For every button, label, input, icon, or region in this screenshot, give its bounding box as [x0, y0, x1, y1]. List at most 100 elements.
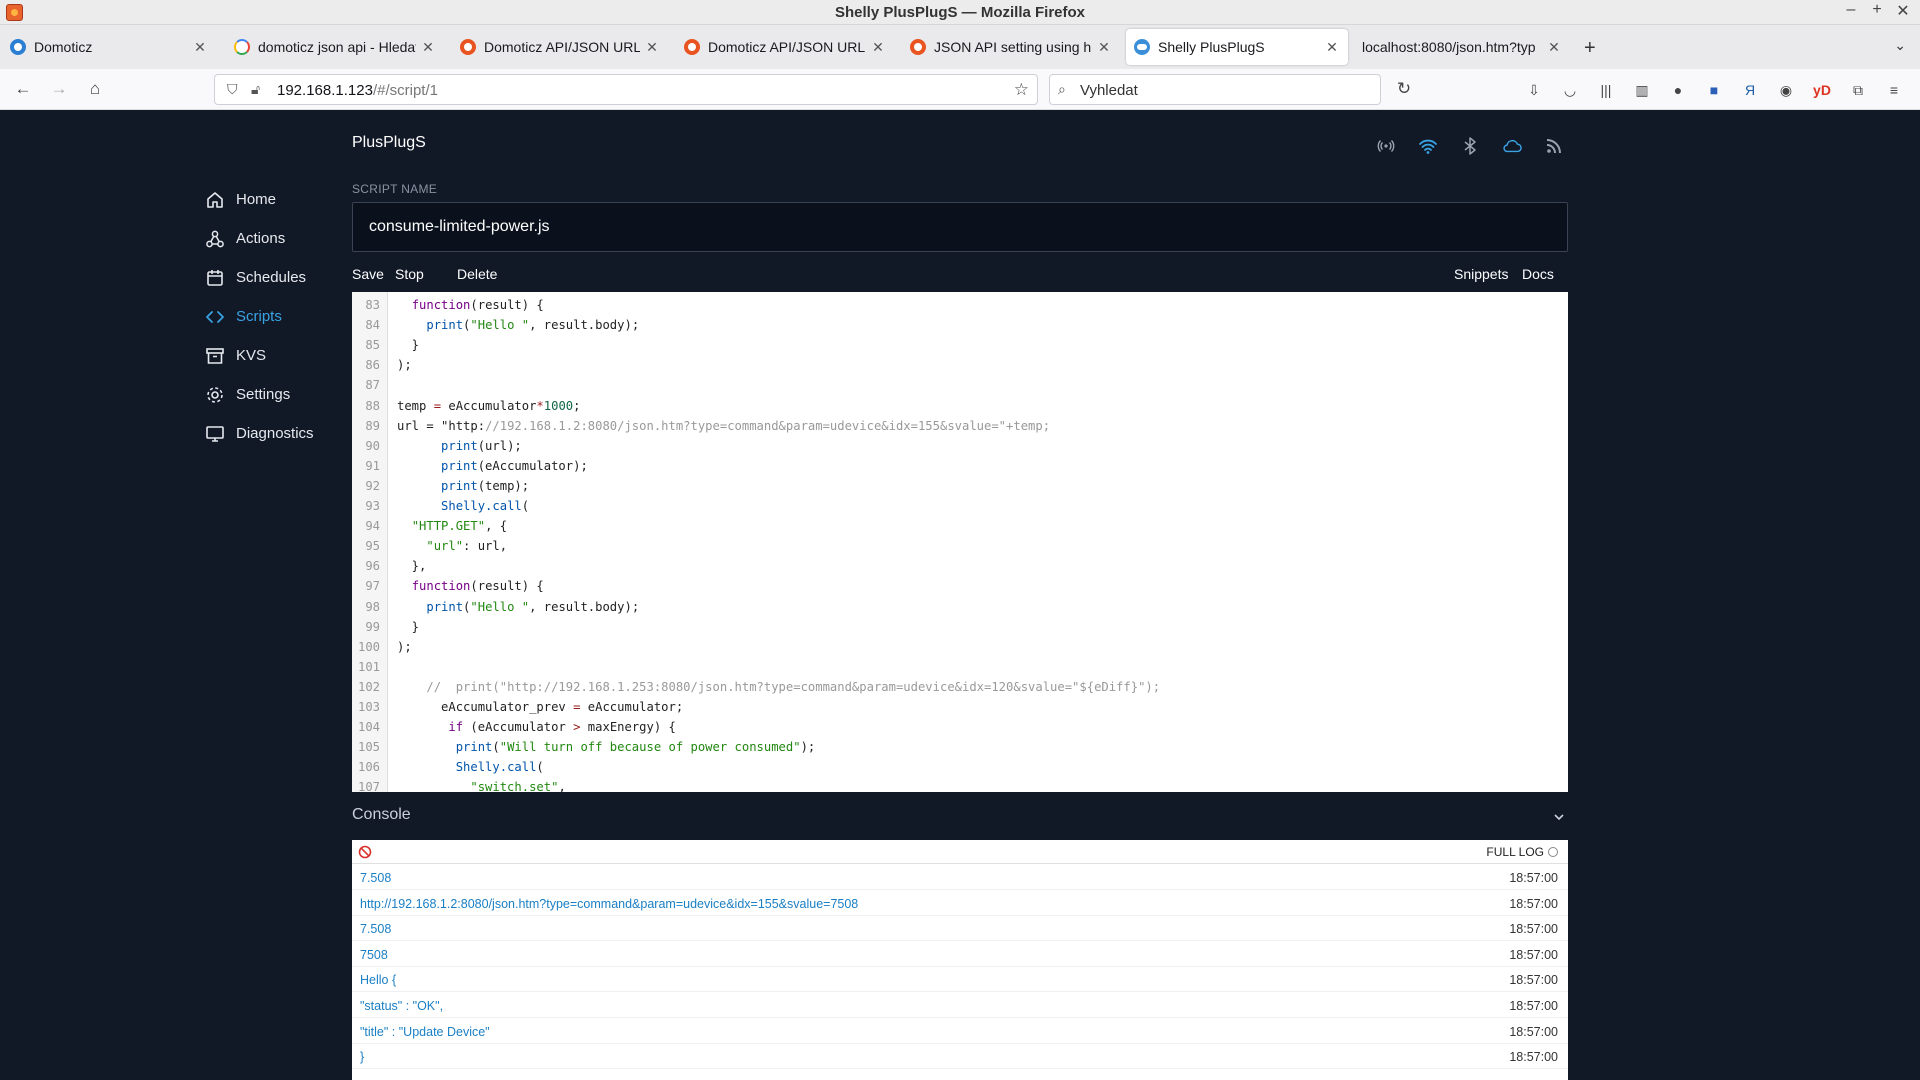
menu-icon[interactable]: ≡ [1884, 80, 1904, 100]
close-window-button[interactable]: ✕ [1894, 1, 1912, 21]
account-icon[interactable]: ◉ [1776, 80, 1796, 100]
code-line[interactable]: 99 } [352, 617, 1568, 637]
broadcast-icon[interactable] [1376, 136, 1396, 156]
minimize-button[interactable]: – [1842, 1, 1860, 21]
tab-localhost-json[interactable]: localhost:8080/json.htm?typ ✕ [1352, 29, 1570, 65]
chevron-down-icon[interactable] [1550, 808, 1568, 826]
window-titlebar: Shelly PlusPlugS — Mozilla Firefox – + ✕ [0, 0, 1920, 25]
extensions-puzzle-icon[interactable]: ⧉ [1848, 80, 1868, 100]
tab-domoticz[interactable]: Domoticz ✕ [2, 29, 216, 65]
downloads-icon[interactable]: ⇩ [1524, 80, 1544, 100]
code-line[interactable]: 89 url = "http://192.168.1.2:8080/json.ht… [352, 416, 1568, 436]
code-line[interactable]: 98 print("Hello ", result.body); [352, 597, 1568, 617]
code-line[interactable]: 92 print(temp); [352, 476, 1568, 496]
pocket-icon[interactable]: ◡ [1560, 80, 1580, 100]
code-line[interactable]: 86); [352, 355, 1568, 375]
code-line[interactable]: 107 "switch.set", [352, 777, 1568, 792]
code-line[interactable]: 90 print(url); [352, 436, 1568, 456]
console-title: Console [352, 806, 411, 823]
code-line[interactable]: 85 } [352, 335, 1568, 355]
code-line[interactable]: 102 // print("http://192.168.1.253:8080/… [352, 677, 1568, 697]
close-tab-icon[interactable]: ✕ [420, 39, 436, 56]
close-tab-icon[interactable]: ✕ [1096, 39, 1112, 56]
tab-title: Domoticz [34, 39, 93, 55]
close-tab-icon[interactable]: ✕ [1324, 39, 1340, 56]
code-line[interactable]: 100); [352, 637, 1568, 657]
tab-list-icon[interactable]: ⌄ [1894, 37, 1906, 54]
code-text: "switch.set", [470, 780, 566, 792]
close-tab-icon[interactable]: ✕ [192, 39, 208, 56]
insecure-lock-icon[interactable]: 🔓︎ [251, 81, 260, 98]
code-line[interactable]: 101 [352, 657, 1568, 677]
search-input[interactable] [1080, 80, 1370, 100]
extension-3-icon[interactable]: Я [1740, 80, 1760, 100]
tracking-shield-icon[interactable]: ⛉ [227, 81, 238, 98]
wifi-icon[interactable] [1418, 136, 1438, 156]
reload-icon[interactable]: ↻ [1394, 79, 1414, 99]
extension-2-icon[interactable]: ■ [1704, 80, 1724, 100]
code-line[interactable]: 105 print("Will turn off because of powe… [352, 737, 1568, 757]
stop-button[interactable]: Stop [395, 266, 424, 282]
extension-yd-icon[interactable]: yD [1812, 80, 1832, 100]
snippets-button[interactable]: Snippets [1454, 266, 1508, 282]
log-entry: http://192.168.1.2:8080/json.htm?type=co… [352, 891, 1568, 916]
sidebar-item-home[interactable]: Home [204, 180, 344, 219]
code-line[interactable]: 87 [352, 375, 1568, 395]
docs-button[interactable]: Docs [1522, 266, 1554, 282]
home-icon[interactable]: ⌂ [84, 78, 106, 100]
toggle-circle-icon [1548, 847, 1558, 857]
search-bar[interactable]: ⌕ [1049, 74, 1381, 105]
back-icon[interactable]: ← [12, 78, 34, 100]
code-line[interactable]: 83 function(result) { [352, 295, 1568, 315]
sidebar-item-actions[interactable]: Actions [204, 219, 344, 258]
extension-1-icon[interactable]: ● [1668, 80, 1688, 100]
line-number: 103 [357, 700, 380, 714]
code-line[interactable]: 93 Shelly.call( [352, 496, 1568, 516]
address-bar[interactable]: ⛉ 🔓︎ 192.168.1.123/#/script/1 ☆ [214, 74, 1038, 105]
code-line[interactable]: 88 temp = eAccumulator*1000; [352, 396, 1568, 416]
delete-button[interactable]: Delete [457, 266, 497, 282]
clear-console-icon[interactable] [358, 845, 372, 859]
sidebar-toggle-icon[interactable]: ▥ [1632, 80, 1652, 100]
sidebar-item-diagnostics[interactable]: Diagnostics [204, 414, 344, 453]
maximize-button[interactable]: + [1868, 1, 1886, 21]
bluetooth-icon[interactable] [1460, 136, 1480, 156]
new-tab-icon[interactable]: + [1584, 37, 1596, 60]
close-tab-icon[interactable]: ✕ [644, 39, 660, 56]
sidebar-item-kvs[interactable]: KVS [204, 336, 344, 375]
script-name-input[interactable] [352, 202, 1568, 252]
url-text[interactable]: 192.168.1.123/#/script/1 [277, 82, 438, 99]
log-timestamp: 18:57:00 [1509, 896, 1558, 911]
code-line[interactable]: 94 "HTTP.GET", { [352, 516, 1568, 536]
code-line[interactable]: 103 eAccumulator_prev = eAccumulator; [352, 697, 1568, 717]
rss-icon[interactable] [1544, 136, 1564, 156]
bookmark-star-icon[interactable]: ☆ [1014, 80, 1029, 100]
code-line[interactable]: 95 "url": url, [352, 536, 1568, 556]
code-text: print(url); [441, 438, 522, 453]
code-line[interactable]: 96 }, [352, 556, 1568, 576]
sidebar-item-scripts[interactable]: Scripts [204, 297, 344, 336]
code-line[interactable]: 91 print(eAccumulator); [352, 456, 1568, 476]
sidebar-item-schedules[interactable]: Schedules [204, 258, 344, 297]
line-number: 92 [365, 478, 380, 493]
tab-google-search[interactable]: domoticz json api - Hledat ✕ [226, 29, 444, 65]
library-icon[interactable]: ||| [1596, 80, 1616, 100]
code-text: print(eAccumulator); [441, 458, 588, 473]
code-line[interactable]: 97 function(result) { [352, 576, 1568, 596]
cloud-icon[interactable] [1502, 136, 1522, 156]
sidebar-item-settings[interactable]: Settings [204, 375, 344, 414]
tab-json-api-setting[interactable]: JSON API setting using h ✕ [902, 29, 1120, 65]
forward-icon[interactable]: → [48, 78, 70, 100]
tab-shelly-plusplugs[interactable]: Shelly PlusPlugS ✕ [1126, 29, 1348, 65]
code-editor[interactable]: 83 function(result) {84 print("Hello ", … [352, 292, 1568, 792]
full-log-toggle[interactable]: FULL LOG [1486, 845, 1558, 859]
save-button[interactable]: Save [352, 266, 384, 282]
code-line[interactable]: 106 Shelly.call( [352, 757, 1568, 777]
code-line[interactable]: 84 print("Hello ", result.body); [352, 315, 1568, 335]
close-tab-icon[interactable]: ✕ [1546, 39, 1562, 56]
google-icon [234, 39, 250, 55]
code-line[interactable]: 104 if (eAccumulator > maxEnergy) { [352, 717, 1568, 737]
tab-domoticz-api-2[interactable]: Domoticz API/JSON URL ✕ [676, 29, 894, 65]
close-tab-icon[interactable]: ✕ [870, 39, 886, 56]
tab-domoticz-api-1[interactable]: Domoticz API/JSON URL ✕ [452, 29, 668, 65]
